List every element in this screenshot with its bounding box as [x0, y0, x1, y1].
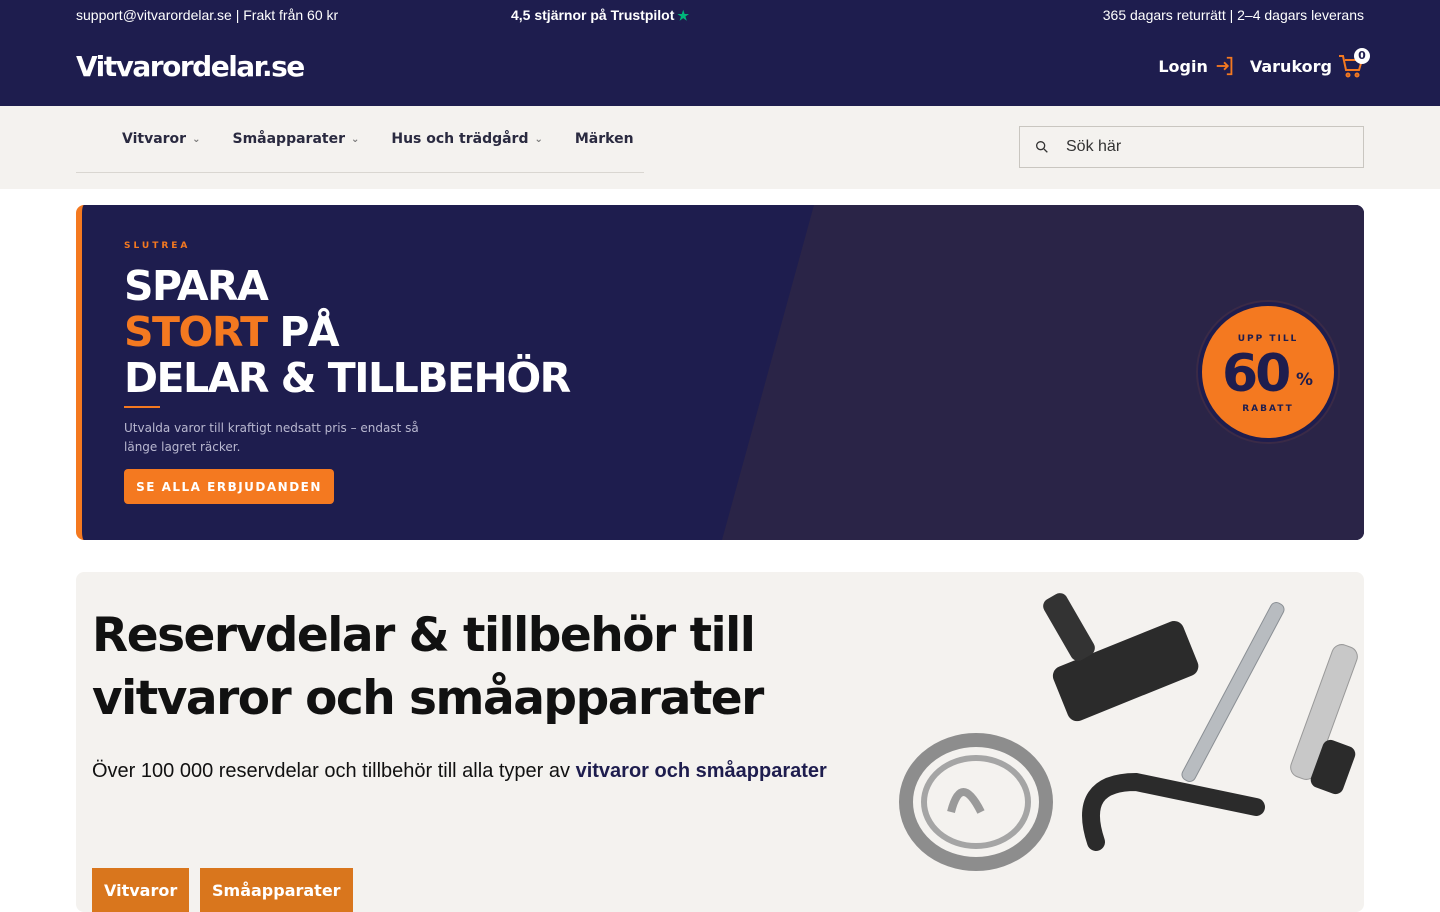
site-logo[interactable]: Vitvarordelar.se	[76, 50, 305, 83]
account-area: Login Varukorg 0	[1158, 48, 1370, 78]
badge-top-text: UPP TILL	[1237, 334, 1299, 344]
returns-info: 365 dagars returrätt | 2–4 dagars levera…	[1102, 7, 1364, 23]
trustpilot-text: 4,5 stjärnor på Trustpilot	[511, 7, 675, 23]
top-header: support@vitvarordelar.se | Frakt från 60…	[0, 0, 1440, 106]
promo-divider	[124, 406, 160, 408]
promo-description: Utvalda varor till kraftigt nedsatt pris…	[124, 421, 419, 454]
badge-value: 60	[1222, 344, 1291, 404]
discount-badge: UPP TILL 60 % RABATT	[1198, 302, 1338, 442]
promo-headline: SPARA STORT PÅ DELAR & TILLBEHÖR	[124, 262, 571, 402]
promo-line-1: SPARA	[124, 262, 269, 310]
hero-subtitle-text: Över 100 000 reservdelar och tillbehör t…	[92, 760, 571, 782]
products-image	[899, 593, 1358, 871]
nav-list: Vitvaror ⌄ Småapparater ⌄ Hus och trädgård…	[76, 106, 644, 173]
nav-item-smaapparater[interactable]: Småapparater ⌄	[232, 131, 359, 147]
badge-bottom-text: RABATT	[1242, 404, 1294, 414]
login-label: Login	[1158, 56, 1208, 76]
hero-subtitle: Över 100 000 reservdelar och tillbehör t…	[92, 760, 827, 783]
cart-label: Varukorg	[1249, 56, 1332, 76]
search-input[interactable]	[1066, 138, 1326, 156]
chevron-down-icon: ⌄	[350, 133, 360, 145]
cart-link[interactable]: Varukorg 0	[1249, 48, 1370, 78]
login-link[interactable]: Login	[1158, 55, 1236, 77]
chevron-down-icon: ⌄	[192, 133, 201, 145]
nav-item-vitvaror[interactable]: Vitvaror ⌄	[122, 131, 200, 147]
chevron-down-icon: ⌄	[534, 133, 543, 145]
nav-item-marken[interactable]: Märken	[575, 131, 634, 147]
hero-title-line-2: vitvaror och småapparater	[92, 671, 764, 726]
cart-count-badge: 0	[1354, 48, 1370, 64]
star-icon: ★	[677, 8, 690, 23]
search-box	[1019, 126, 1364, 168]
promo-line-3: DELAR & TILLBEHÖR	[124, 354, 571, 402]
hero-section: Reservdelar & tillbehör till vitvaror oc…	[76, 572, 1364, 912]
hero-title-line-1: Reservdelar & tillbehör till	[92, 608, 756, 663]
nav-label: Hus och trädgård	[391, 131, 529, 147]
promo-banner: SLUTREA SPARA STORT PÅ DELAR & TILLBEHÖR…	[76, 205, 1364, 540]
promo-accent: STORT	[124, 308, 268, 356]
see-all-offers-button[interactable]: SE ALLA ERBJUDANDEN	[124, 469, 334, 504]
nav-label: Märken	[574, 131, 634, 147]
login-icon	[1216, 56, 1233, 76]
hero-title: Reservdelar & tillbehör till vitvaror oc…	[92, 604, 764, 730]
nav-label: Småapparater	[232, 131, 345, 147]
main-navigation: Vitvaror ⌄ Småapparater ⌄ Hus och trädgård…	[0, 106, 1440, 189]
badge-unit: %	[1296, 370, 1314, 390]
category-button-vitvaror[interactable]: Vitvaror	[92, 868, 190, 912]
category-button-smaapparater[interactable]: Småapparater	[200, 868, 353, 912]
promo-kicker: SLUTREA	[124, 241, 191, 251]
promo-line-2: STORT PÅ	[124, 309, 570, 355]
promo-line-2-rest: PÅ	[279, 308, 339, 356]
nav-item-hus-och-tradgard[interactable]: Hus och trädgård ⌄	[391, 131, 543, 147]
cart-icon-wrap: 0	[1338, 48, 1370, 78]
trustpilot-rating[interactable]: 4,5 stjärnor på Trustpilot ★	[511, 7, 689, 24]
search-icon	[1036, 141, 1048, 153]
nav-label: Vitvaror	[122, 131, 187, 147]
support-info: support@vitvarordelar.se | Frakt från 60…	[76, 7, 339, 23]
